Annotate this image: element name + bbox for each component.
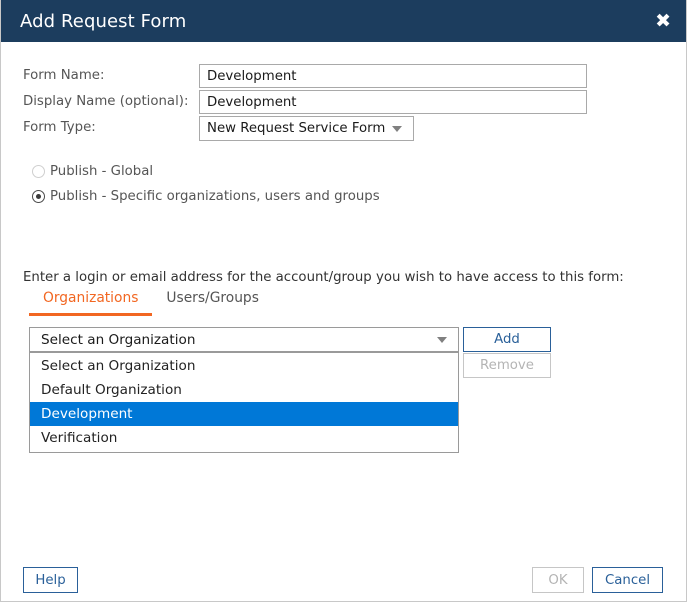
- publish-specific-option[interactable]: Publish - Specific organizations, users …: [32, 189, 380, 204]
- help-button[interactable]: Help: [23, 567, 78, 593]
- organization-select[interactable]: Select an Organization: [29, 327, 459, 352]
- form-type-select[interactable]: New Request Service Form: [199, 116, 414, 141]
- publish-global-radio[interactable]: [32, 165, 45, 178]
- publish-specific-label: Publish - Specific organizations, users …: [50, 189, 380, 204]
- publish-global-label: Publish - Global: [50, 164, 154, 179]
- display-name-input[interactable]: [199, 90, 587, 114]
- tab-users-groups[interactable]: Users/Groups: [152, 290, 272, 316]
- tab-organizations[interactable]: Organizations: [29, 290, 153, 316]
- form-type-row: Form Type: New Request Service Form: [1, 116, 686, 142]
- close-icon[interactable]: ✖: [655, 11, 671, 31]
- form-name-label: Form Name:: [23, 68, 105, 83]
- form-name-row: Form Name:: [1, 64, 686, 90]
- display-name-row: Display Name (optional):: [1, 90, 686, 116]
- publish-global-option[interactable]: Publish - Global: [32, 164, 153, 179]
- chevron-down-icon: [437, 336, 447, 343]
- chevron-down-icon: [392, 125, 402, 132]
- dropdown-option-selected[interactable]: Development: [30, 402, 458, 426]
- publish-specific-radio[interactable]: [32, 190, 45, 203]
- form-type-label: Form Type:: [23, 120, 96, 135]
- dialog-titlebar: Add Request Form ✖: [1, 0, 686, 42]
- publish-target-tabs: Organizations Users/Groups: [29, 290, 273, 316]
- dialog-footer: Help OK Cancel: [1, 549, 686, 600]
- ok-button: OK: [532, 567, 584, 593]
- add-button[interactable]: Add: [463, 327, 551, 352]
- display-name-label: Display Name (optional):: [23, 94, 189, 109]
- dropdown-option[interactable]: Verification: [30, 426, 458, 450]
- remove-button: Remove: [463, 353, 551, 378]
- dialog-body: Form Name: Display Name (optional): Form…: [1, 42, 686, 600]
- dropdown-option[interactable]: Default Organization: [30, 378, 458, 402]
- dropdown-option[interactable]: Select an Organization: [30, 354, 458, 378]
- organization-select-value: Select an Organization: [41, 331, 196, 348]
- form-type-value: New Request Service Form: [207, 121, 386, 136]
- dialog-title: Add Request Form: [20, 10, 187, 32]
- access-instruction-text: Enter a login or email address for the a…: [23, 270, 624, 285]
- organization-dropdown-list: Select an Organization Default Organizat…: [29, 352, 459, 453]
- form-name-input[interactable]: [199, 64, 587, 88]
- add-request-form-dialog: Add Request Form ✖ Form Name: Display Na…: [0, 0, 687, 602]
- cancel-button[interactable]: Cancel: [592, 567, 663, 593]
